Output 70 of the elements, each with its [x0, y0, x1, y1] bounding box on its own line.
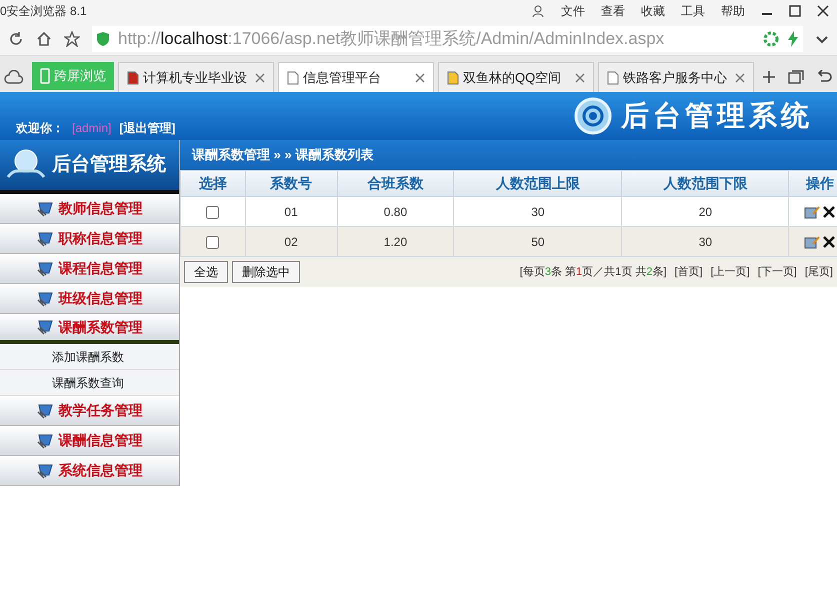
breadcrumb: 课酬系数管理 » » 课酬系数列表: [180, 140, 837, 170]
menu-item[interactable]: 收藏: [641, 2, 665, 20]
menu-item[interactable]: 文件: [561, 2, 585, 20]
notebook-pen-icon: [36, 402, 54, 418]
phone-icon: [40, 68, 50, 84]
pager-link[interactable]: [上一页]: [710, 264, 750, 280]
address-field[interactable]: http://localhost:17066/asp.net教师课酬管理系统/Admin/AdminIndex.aspx: [92, 26, 803, 52]
home-icon[interactable]: [36, 30, 52, 46]
edit-icon[interactable]: [804, 204, 820, 218]
notebook-pen-icon: [36, 290, 54, 306]
cloud-icon[interactable]: [4, 70, 24, 84]
notebook-pen-icon: [36, 319, 54, 335]
browser-tab[interactable]: 信息管理平台: [278, 62, 434, 92]
notebook-pen-icon: [36, 432, 54, 448]
sidebar-item[interactable]: 班级信息管理: [0, 284, 179, 314]
username-text: [admin]: [72, 120, 112, 137]
notebook-pen-icon: [36, 230, 54, 246]
sidebar-item[interactable]: 教师信息管理: [0, 194, 179, 224]
page-icon: [127, 70, 139, 84]
plus-icon[interactable]: [762, 70, 776, 84]
windows-icon[interactable]: [788, 70, 804, 84]
lightning-icon[interactable]: [787, 30, 799, 46]
delete-icon[interactable]: [822, 234, 836, 248]
browser-tab[interactable]: 铁路客户服务中心: [598, 62, 754, 92]
notebook-pen-icon: [36, 260, 54, 276]
maximize-icon[interactable]: [789, 5, 801, 17]
sidebar-item[interactable]: 系统信息管理: [0, 456, 179, 486]
sidebar-item[interactable]: 课酬信息管理: [0, 426, 179, 456]
menu-item[interactable]: 工具: [681, 2, 705, 20]
pager-link[interactable]: [尾页]: [804, 264, 833, 280]
refresh-icon[interactable]: [763, 30, 779, 46]
browser-tab[interactable]: 计算机专业毕业设: [118, 62, 274, 92]
submenu-item[interactable]: 课酬系数查询: [0, 370, 179, 396]
pager-link[interactable]: [下一页]: [758, 264, 797, 280]
user-icon[interactable]: [531, 4, 545, 18]
action-button[interactable]: 全选: [184, 261, 228, 283]
welcome-text: 欢迎你：: [16, 120, 64, 137]
page-icon: [607, 70, 619, 84]
logout-link[interactable]: [退出管理]: [119, 119, 176, 137]
notebook-pen-icon: [36, 462, 54, 478]
menu-item[interactable]: 帮助: [721, 2, 745, 20]
close-icon[interactable]: [817, 5, 829, 17]
reload-icon[interactable]: [8, 30, 24, 46]
row-checkbox[interactable]: [206, 236, 220, 249]
undo-icon[interactable]: [816, 70, 832, 84]
sidebar-item[interactable]: 课程信息管理: [0, 254, 179, 284]
menu-item[interactable]: 查看: [601, 2, 625, 20]
column-header: 人数范围上限: [454, 170, 622, 196]
page-summary: [每页3条 第1页／共1页 共2条]: [520, 264, 666, 280]
action-button[interactable]: 删除选中: [232, 261, 300, 283]
logo-title: 后台管理系统: [621, 99, 813, 133]
page-icon: [287, 70, 299, 84]
column-header: 选择: [180, 170, 246, 196]
browser-tab[interactable]: 双鱼林的QQ空间: [438, 62, 594, 92]
sidebar-item[interactable]: 课酬系数管理: [0, 314, 179, 344]
edit-icon[interactable]: [804, 234, 820, 248]
sidebar-item[interactable]: 教学任务管理: [0, 396, 179, 426]
sidebar-item[interactable]: 职称信息管理: [0, 224, 179, 254]
submenu-item[interactable]: 添加课酬系数: [0, 344, 179, 370]
column-header: 合班系数: [337, 170, 454, 196]
notebook-pen-icon: [36, 200, 54, 216]
shield-icon: [96, 30, 110, 46]
page-icon: [447, 70, 459, 84]
delete-icon[interactable]: [822, 204, 836, 218]
window-title: 0安全浏览器 8.1: [0, 3, 87, 20]
row-checkbox[interactable]: [206, 206, 220, 219]
sidebar-title: 后台管理系统: [0, 140, 179, 194]
star-icon[interactable]: [64, 30, 80, 46]
column-header: 人数范围下限: [622, 170, 789, 196]
pager-link[interactable]: [首页]: [674, 264, 703, 280]
